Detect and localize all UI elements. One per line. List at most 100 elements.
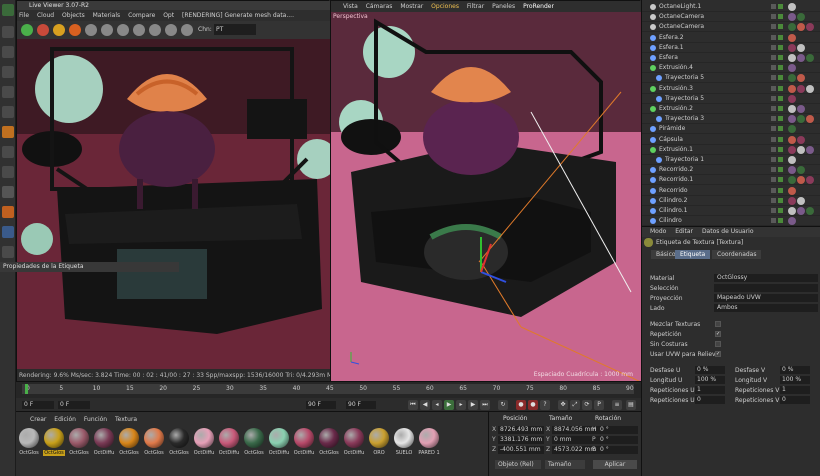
pause-render-icon[interactable]	[69, 24, 81, 36]
model-mode-icon[interactable]	[2, 86, 14, 98]
material-swatch[interactable]: OctDiffu	[293, 428, 315, 460]
property-value[interactable]: 0 %	[695, 366, 725, 374]
channel-select[interactable]: PT	[214, 24, 256, 35]
material-swatch[interactable]: OctGlos	[18, 428, 40, 460]
go-to-end-icon[interactable]: ⏭	[480, 400, 490, 410]
prev-frame-icon[interactable]: ◂	[432, 400, 442, 410]
playhead[interactable]	[25, 384, 28, 394]
key-position-icon[interactable]: ✥	[558, 400, 568, 410]
material-swatch[interactable]: OctGlos	[318, 428, 340, 460]
property-checkbox[interactable]	[715, 341, 721, 347]
material-swatch[interactable]: OctGlos	[243, 428, 265, 460]
material-swatch[interactable]: OctDiffu	[343, 428, 365, 460]
key-param-icon[interactable]: P	[594, 400, 604, 410]
menu-cloud[interactable]: Cloud	[37, 12, 54, 19]
viewport-3d-view[interactable]: Perspectiva Espaciado Cuadrícula : 1000 …	[331, 12, 641, 382]
max-frame-field[interactable]: 90 F	[346, 401, 376, 409]
key-scale-icon[interactable]: ⤢	[570, 400, 580, 410]
property-value[interactable]: Ambos	[714, 304, 818, 312]
focus-picker-icon[interactable]	[165, 24, 177, 36]
menu-prorender[interactable]: ProRender	[523, 3, 554, 10]
rotation-field[interactable]: 0 °	[598, 426, 638, 434]
material-swatch[interactable]: OctDiffu	[93, 428, 115, 460]
material-swatch[interactable]: OctDiffu	[268, 428, 290, 460]
viewport-camera-label[interactable]: Perspectiva	[333, 13, 368, 20]
property-checkbox[interactable]: ✓	[715, 351, 721, 357]
schematic-icon[interactable]: ▤	[626, 400, 636, 410]
property-checkbox[interactable]	[715, 321, 721, 327]
menu-compare[interactable]: Compare	[128, 12, 155, 19]
start-frame-field[interactable]: 0 F	[58, 401, 90, 409]
lightbulb-icon[interactable]	[181, 24, 193, 36]
material-swatch[interactable]: SUELO	[393, 428, 415, 460]
go-to-start-icon[interactable]: ⏮	[408, 400, 418, 410]
lock-icon[interactable]	[101, 24, 113, 36]
rotation-field[interactable]: 0 °	[598, 436, 638, 444]
menu-materials[interactable]: Materials	[93, 12, 121, 19]
position-field[interactable]: -400.551 mm	[498, 446, 544, 454]
loop-icon[interactable]: ↻	[498, 400, 508, 410]
property-value[interactable]	[714, 284, 818, 292]
undo-icon[interactable]	[2, 4, 14, 16]
rotate-tool-icon[interactable]	[2, 66, 14, 78]
next-key-icon[interactable]: ▶	[468, 400, 478, 410]
property-value[interactable]: 100 %	[780, 376, 810, 384]
prev-key-icon[interactable]: ◀	[420, 400, 430, 410]
property-checkbox[interactable]: ✓	[715, 331, 721, 337]
material-swatch[interactable]: OctDiffu	[218, 428, 240, 460]
property-value[interactable]: 0	[695, 396, 725, 404]
property-value[interactable]: 1	[695, 386, 725, 394]
autokey-icon[interactable]: ●	[528, 400, 538, 410]
property-value[interactable]: Mapeado UVW	[714, 294, 818, 302]
menu-options[interactable]: Opciones	[431, 3, 459, 10]
current-frame-field[interactable]: 0 F	[22, 401, 54, 409]
timeline-ruler[interactable]: 051015202530354045505560657075808590	[22, 384, 634, 394]
menu-file[interactable]: File	[19, 12, 29, 19]
menu-options[interactable]: Opt	[163, 12, 174, 19]
region-icon[interactable]	[149, 24, 161, 36]
start-render-icon[interactable]	[21, 24, 33, 36]
edges-mode-icon[interactable]	[2, 146, 14, 158]
property-value[interactable]: 0 %	[780, 366, 810, 374]
menu-display[interactable]: Mostrar	[400, 3, 423, 10]
key-selection-icon[interactable]: ?	[540, 400, 550, 410]
settings-gear-icon[interactable]	[85, 24, 97, 36]
property-value[interactable]: 100 %	[695, 376, 725, 384]
material-swatch[interactable]: PARED 1	[418, 428, 440, 460]
polygons-mode-icon[interactable]	[2, 166, 14, 178]
size-mode-select[interactable]: Tamaño	[545, 460, 585, 469]
play-icon[interactable]: ▶	[444, 400, 454, 410]
menu-filter[interactable]: Filtrar	[467, 3, 484, 10]
position-field[interactable]: 8726.493 mm	[498, 426, 544, 434]
material-swatch[interactable]: OctGlos	[143, 428, 165, 460]
next-frame-icon[interactable]: ▸	[456, 400, 466, 410]
position-field[interactable]: 3381.176 mm	[498, 436, 544, 444]
material-swatch[interactable]: OctGlos	[168, 428, 190, 460]
material-swatch[interactable]: OctGlos	[118, 428, 140, 460]
menu-panels[interactable]: Paneles	[492, 3, 515, 10]
property-value[interactable]: 1	[780, 386, 810, 394]
record-icon[interactable]: ●	[516, 400, 526, 410]
grid-icon[interactable]	[2, 246, 14, 258]
material-swatch[interactable]: OctGlos	[43, 428, 65, 460]
clay-mode-icon[interactable]	[117, 24, 129, 36]
material-swatch[interactable]: ORO	[368, 428, 390, 460]
coordinate-mode-select[interactable]: Objeto (Rel)	[495, 460, 541, 469]
property-value[interactable]: 0	[780, 396, 810, 404]
snap-icon[interactable]	[2, 186, 14, 198]
stop-render-icon[interactable]	[37, 24, 49, 36]
restart-render-icon[interactable]	[53, 24, 65, 36]
property-value[interactable]: OctGlossy	[714, 274, 818, 282]
rotation-field[interactable]: 0 °	[598, 446, 638, 454]
material-swatch[interactable]: OctDiffu	[193, 428, 215, 460]
key-rotation-icon[interactable]: ⟳	[582, 400, 592, 410]
texture-mode-icon[interactable]	[2, 106, 14, 118]
workplane-icon[interactable]	[2, 226, 14, 238]
live-viewer-render-image[interactable]	[17, 39, 330, 369]
end-frame-field[interactable]: 90 F	[306, 401, 336, 409]
magnet-icon[interactable]	[2, 206, 14, 218]
menu-cameras[interactable]: Cámaras	[366, 3, 393, 10]
timeline-options-icon[interactable]: ≡	[612, 400, 622, 410]
material-swatch[interactable]: OctGlos	[68, 428, 90, 460]
points-mode-icon[interactable]	[2, 126, 14, 138]
